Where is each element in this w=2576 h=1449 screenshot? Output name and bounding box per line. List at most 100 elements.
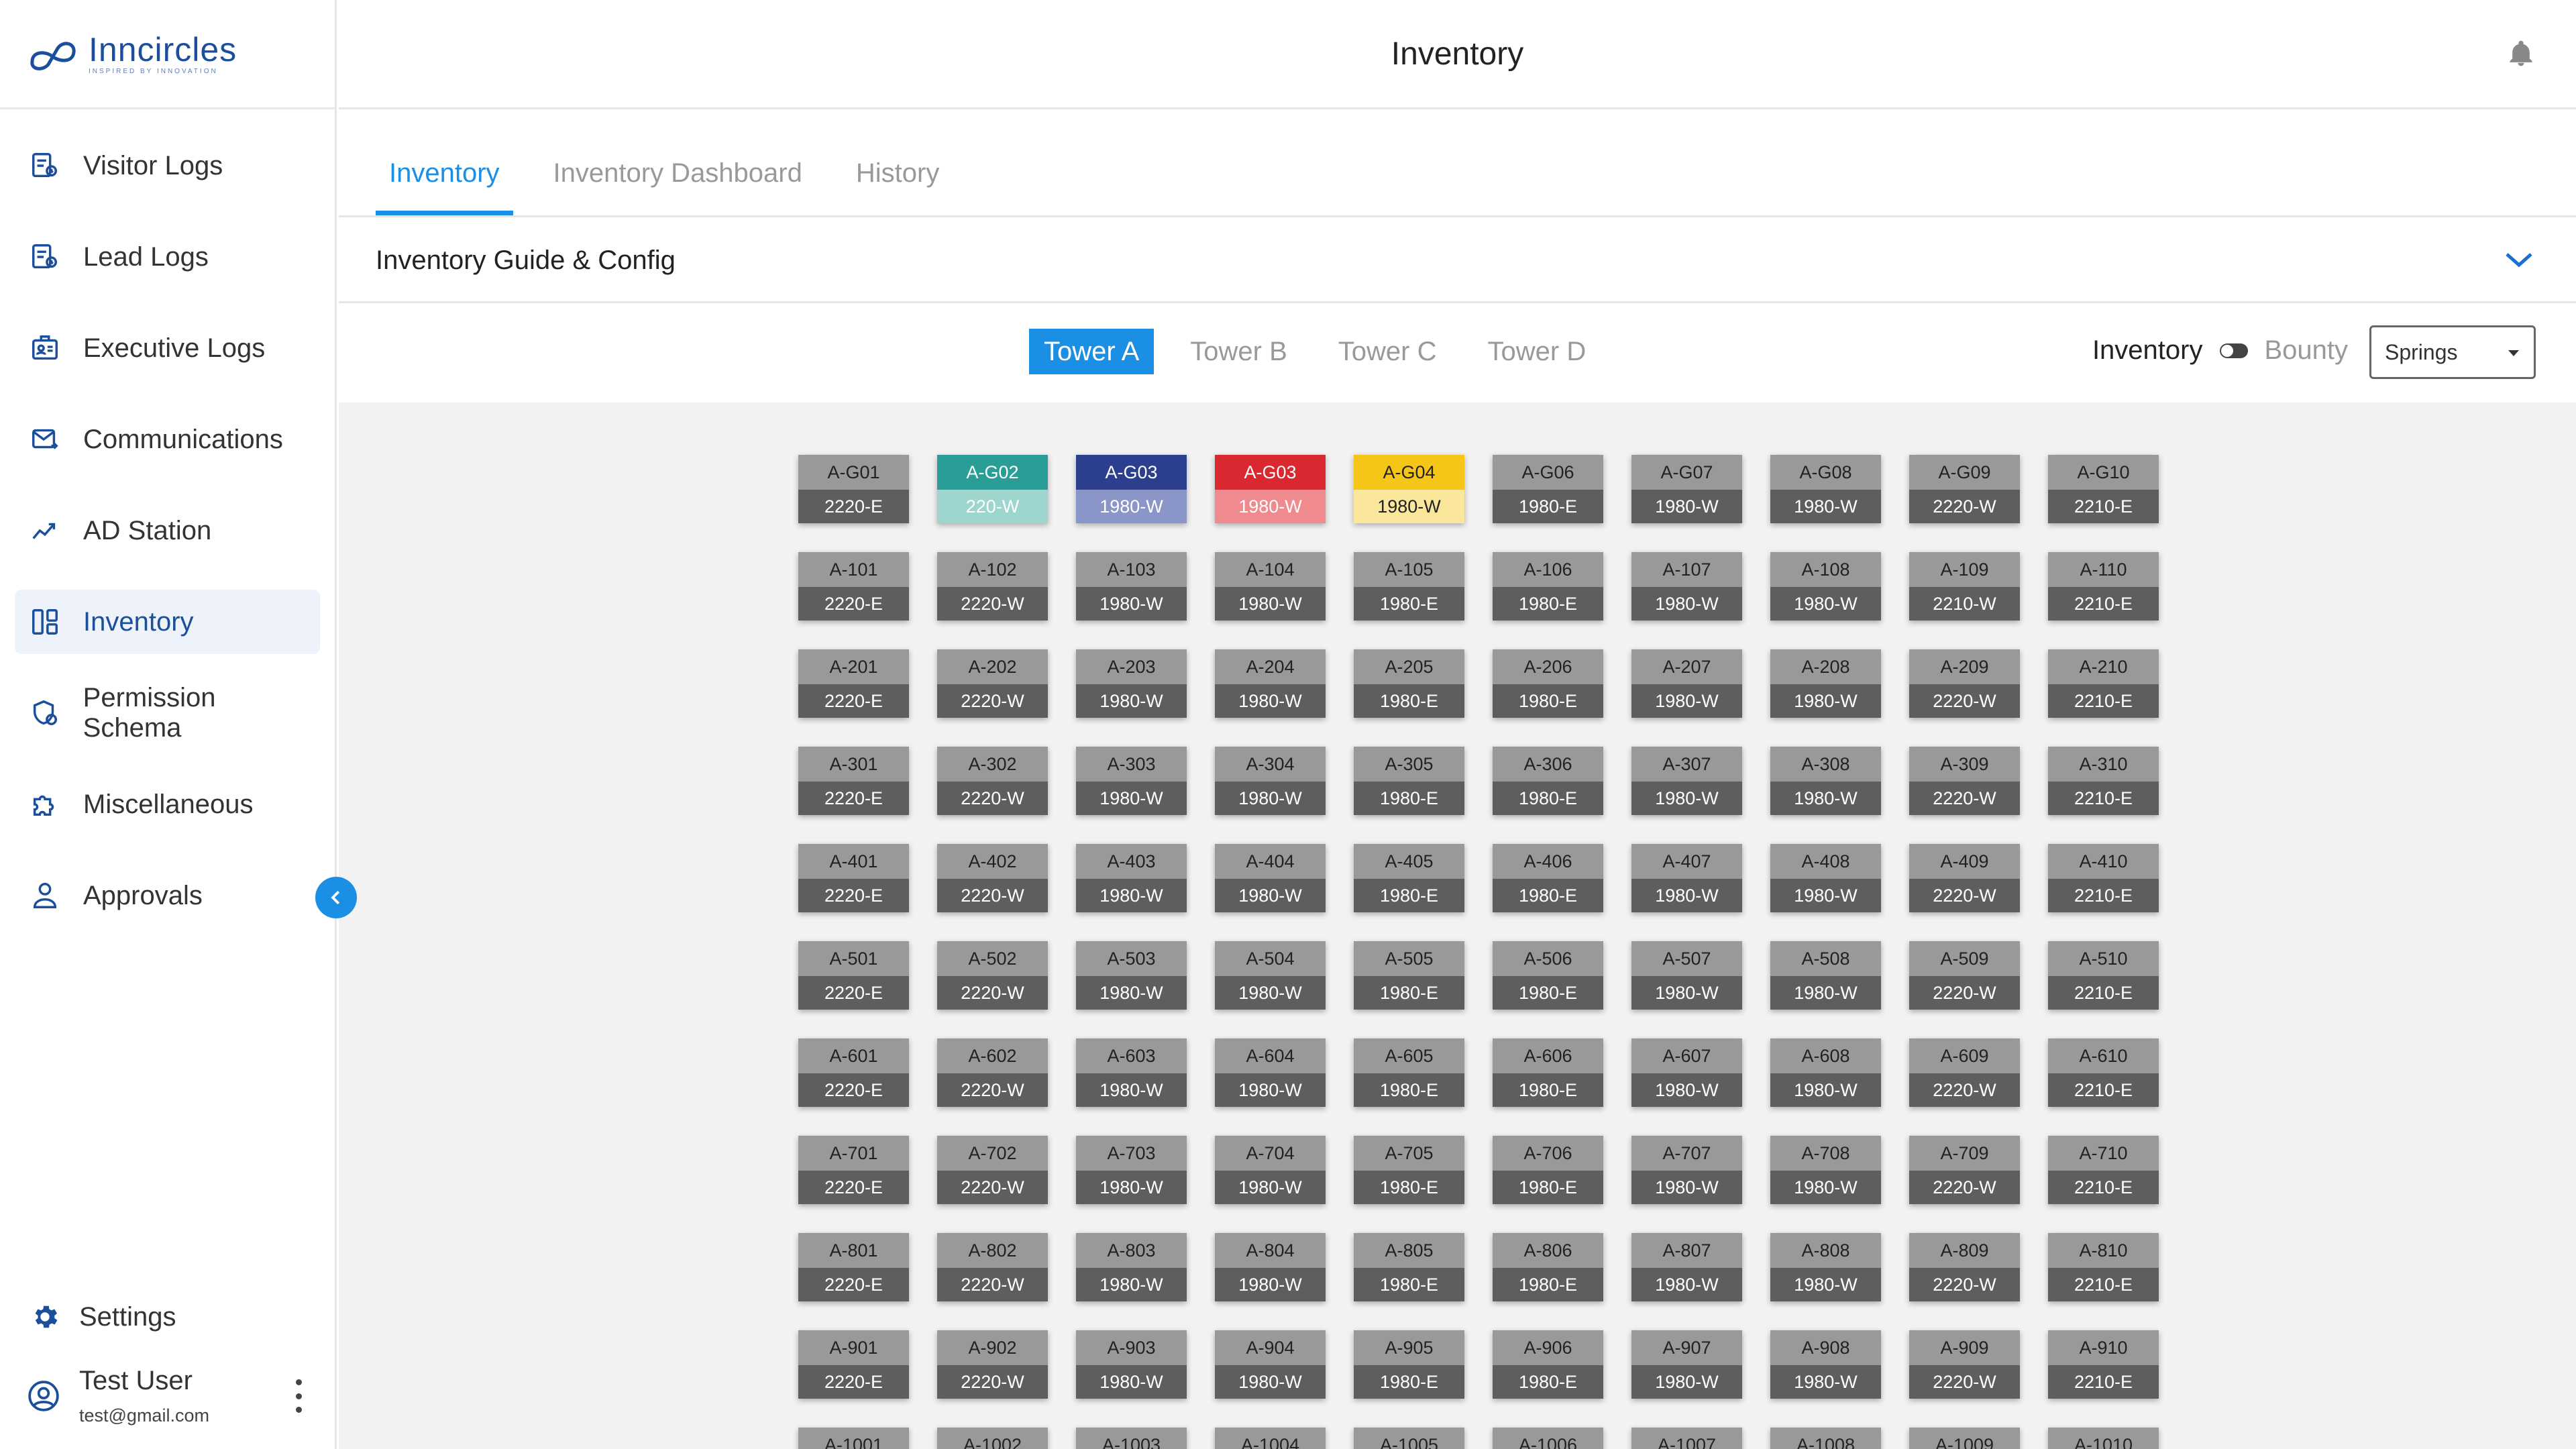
unit-tile[interactable]: A-406 1980-E: [1493, 844, 1603, 912]
toggle-switch[interactable]: [2220, 343, 2249, 358]
unit-tile[interactable]: A-704 1980-W: [1215, 1136, 1326, 1204]
unit-tile[interactable]: A-802 2220-W: [937, 1233, 1048, 1301]
unit-tile[interactable]: A-701 2220-E: [798, 1136, 909, 1204]
unit-tile[interactable]: A-708 1980-W: [1770, 1136, 1881, 1204]
unit-tile[interactable]: A-201 2220-E: [798, 649, 909, 718]
unit-tile[interactable]: A-1002: [937, 1428, 1048, 1449]
unit-tile[interactable]: A-110 2210-E: [2048, 552, 2159, 621]
unit-tile[interactable]: A-308 1980-W: [1770, 747, 1881, 815]
tower-tab-a[interactable]: Tower A: [1029, 329, 1155, 374]
unit-tile[interactable]: A-707 1980-W: [1631, 1136, 1742, 1204]
unit-tile[interactable]: A-G06 1980-E: [1493, 455, 1603, 523]
inventory-guide-accordion[interactable]: Inventory Guide & Config: [339, 219, 2576, 303]
unit-tile[interactable]: A-909 2220-W: [1909, 1330, 2020, 1399]
sidebar-item-ad-station[interactable]: AD Station: [15, 498, 320, 563]
unit-tile[interactable]: A-408 1980-W: [1770, 844, 1881, 912]
unit-tile[interactable]: A-209 2220-W: [1909, 649, 2020, 718]
unit-tile[interactable]: A-601 2220-E: [798, 1038, 909, 1107]
unit-tile[interactable]: A-1001: [798, 1428, 909, 1449]
unit-tile[interactable]: A-805 1980-E: [1354, 1233, 1464, 1301]
unit-tile[interactable]: A-804 1980-W: [1215, 1233, 1326, 1301]
unit-tile[interactable]: A-605 1980-E: [1354, 1038, 1464, 1107]
unit-tile[interactable]: A-203 1980-W: [1076, 649, 1187, 718]
unit-tile[interactable]: A-602 2220-W: [937, 1038, 1048, 1107]
logo[interactable]: Inncircles INSPIRED BY INNOVATION: [0, 0, 335, 109]
unit-tile[interactable]: A-309 2220-W: [1909, 747, 2020, 815]
unit-tile[interactable]: A-1006: [1493, 1428, 1603, 1449]
unit-tile[interactable]: A-101 2220-E: [798, 552, 909, 621]
unit-tile[interactable]: A-501 2220-E: [798, 941, 909, 1010]
unit-tile[interactable]: A-205 1980-E: [1354, 649, 1464, 718]
bell-icon[interactable]: [2506, 39, 2536, 68]
unit-tile[interactable]: A-105 1980-E: [1354, 552, 1464, 621]
unit-tile[interactable]: A-208 1980-W: [1770, 649, 1881, 718]
unit-tile[interactable]: A-903 1980-W: [1076, 1330, 1187, 1399]
unit-tile[interactable]: A-G01 2220-E: [798, 455, 909, 523]
collapse-sidebar-button[interactable]: [315, 877, 357, 918]
unit-tile[interactable]: A-103 1980-W: [1076, 552, 1187, 621]
unit-tile[interactable]: A-204 1980-W: [1215, 649, 1326, 718]
unit-tile[interactable]: A-402 2220-W: [937, 844, 1048, 912]
tab-inventory-dashboard[interactable]: Inventory Dashboard: [540, 158, 816, 215]
tab-inventory[interactable]: Inventory: [376, 158, 513, 215]
unit-tile[interactable]: A-608 1980-W: [1770, 1038, 1881, 1107]
unit-tile[interactable]: A-302 2220-W: [937, 747, 1048, 815]
unit-tile[interactable]: A-301 2220-E: [798, 747, 909, 815]
unit-tile[interactable]: A-107 1980-W: [1631, 552, 1742, 621]
unit-tile[interactable]: A-403 1980-W: [1076, 844, 1187, 912]
sidebar-item-visitor-logs[interactable]: Visitor Logs: [15, 133, 320, 198]
unit-tile[interactable]: A-510 2210-E: [2048, 941, 2159, 1010]
unit-tile[interactable]: A-109 2210-W: [1909, 552, 2020, 621]
unit-tile[interactable]: A-305 1980-E: [1354, 747, 1464, 815]
unit-tile[interactable]: A-902 2220-W: [937, 1330, 1048, 1399]
unit-tile[interactable]: A-607 1980-W: [1631, 1038, 1742, 1107]
unit-tile[interactable]: A-108 1980-W: [1770, 552, 1881, 621]
unit-tile[interactable]: A-507 1980-W: [1631, 941, 1742, 1010]
unit-tile[interactable]: A-G09 2220-W: [1909, 455, 2020, 523]
project-select[interactable]: Springs: [2369, 325, 2536, 379]
tab-history[interactable]: History: [843, 158, 953, 215]
unit-tile[interactable]: A-G02 220-W: [937, 455, 1048, 523]
unit-tile[interactable]: A-G03 1980-W: [1215, 455, 1326, 523]
unit-tile[interactable]: A-508 1980-W: [1770, 941, 1881, 1010]
unit-tile[interactable]: A-609 2220-W: [1909, 1038, 2020, 1107]
unit-tile[interactable]: A-808 1980-W: [1770, 1233, 1881, 1301]
unit-tile[interactable]: A-710 2210-E: [2048, 1136, 2159, 1204]
unit-tile[interactable]: A-505 1980-E: [1354, 941, 1464, 1010]
unit-tile[interactable]: A-202 2220-W: [937, 649, 1048, 718]
sidebar-item-miscellaneous[interactable]: Miscellaneous: [15, 772, 320, 837]
unit-tile[interactable]: A-104 1980-W: [1215, 552, 1326, 621]
unit-tile[interactable]: A-207 1980-W: [1631, 649, 1742, 718]
unit-tile[interactable]: A-807 1980-W: [1631, 1233, 1742, 1301]
sidebar-item-executive-logs[interactable]: Executive Logs: [15, 316, 320, 380]
unit-tile[interactable]: A-G07 1980-W: [1631, 455, 1742, 523]
unit-tile[interactable]: A-908 1980-W: [1770, 1330, 1881, 1399]
unit-tile[interactable]: A-503 1980-W: [1076, 941, 1187, 1010]
unit-tile[interactable]: A-1008: [1770, 1428, 1881, 1449]
unit-tile[interactable]: A-910 2210-E: [2048, 1330, 2159, 1399]
unit-tile[interactable]: A-604 1980-W: [1215, 1038, 1326, 1107]
sidebar-item-communications[interactable]: Communications: [15, 407, 320, 472]
sidebar-item-inventory[interactable]: Inventory: [15, 590, 320, 654]
unit-tile[interactable]: A-206 1980-E: [1493, 649, 1603, 718]
unit-tile[interactable]: A-409 2220-W: [1909, 844, 2020, 912]
unit-tile[interactable]: A-1009: [1909, 1428, 2020, 1449]
unit-tile[interactable]: A-1003: [1076, 1428, 1187, 1449]
unit-tile[interactable]: A-1004: [1215, 1428, 1326, 1449]
sidebar-item-settings[interactable]: Settings: [30, 1301, 176, 1332]
unit-tile[interactable]: A-907 1980-W: [1631, 1330, 1742, 1399]
unit-tile[interactable]: A-606 1980-E: [1493, 1038, 1603, 1107]
unit-tile[interactable]: A-1005: [1354, 1428, 1464, 1449]
sidebar-item-lead-logs[interactable]: Lead Logs: [15, 225, 320, 289]
unit-tile[interactable]: A-504 1980-W: [1215, 941, 1326, 1010]
unit-tile[interactable]: A-306 1980-E: [1493, 747, 1603, 815]
unit-tile[interactable]: A-307 1980-W: [1631, 747, 1742, 815]
unit-tile[interactable]: A-810 2210-E: [2048, 1233, 2159, 1301]
unit-tile[interactable]: A-310 2210-E: [2048, 747, 2159, 815]
tower-tab-b[interactable]: Tower B: [1175, 329, 1302, 374]
unit-tile[interactable]: A-102 2220-W: [937, 552, 1048, 621]
unit-tile[interactable]: A-901 2220-E: [798, 1330, 909, 1399]
unit-tile[interactable]: A-801 2220-E: [798, 1233, 909, 1301]
unit-tile[interactable]: A-410 2210-E: [2048, 844, 2159, 912]
unit-tile[interactable]: A-703 1980-W: [1076, 1136, 1187, 1204]
